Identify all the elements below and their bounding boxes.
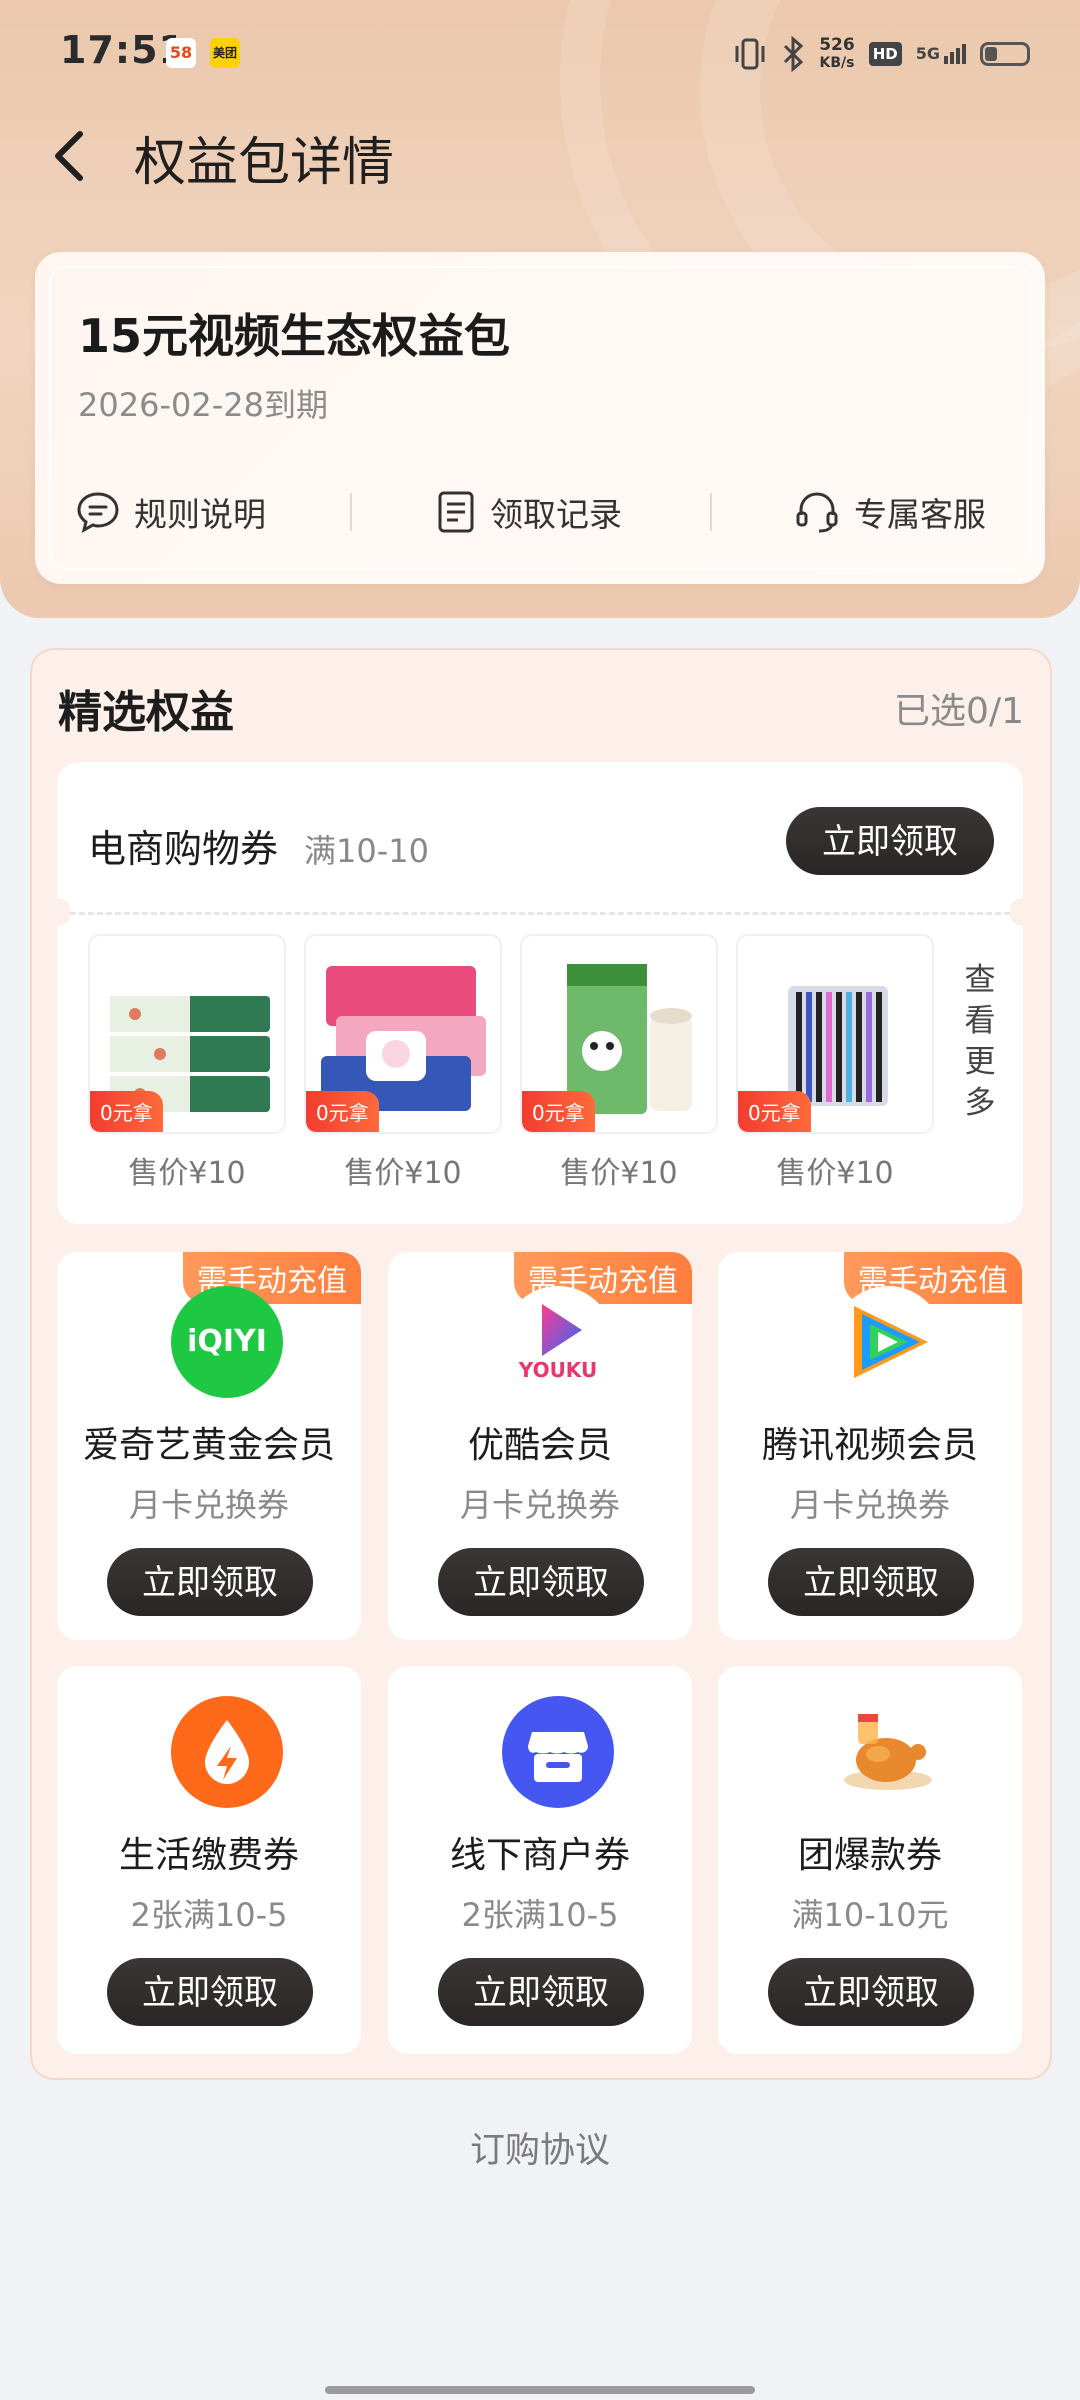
back-button[interactable] — [42, 118, 102, 194]
product-price: 售价¥10 — [560, 1156, 678, 1191]
rules-button[interactable]: 规则说明 — [76, 482, 266, 542]
vibrate-icon — [735, 38, 765, 70]
product-price: 售价¥10 — [344, 1156, 462, 1191]
product-price: 售价¥10 — [128, 1156, 246, 1191]
subscription-agreement-link[interactable]: 订购协议 — [0, 2122, 1080, 2173]
product-tag: 0元拿 — [522, 1091, 595, 1132]
customer-service-label: 专属客服 — [854, 495, 986, 534]
benefit-name: 团爆款券 — [797, 1835, 942, 1876]
claim-records-button[interactable]: 领取记录 — [436, 482, 622, 542]
product-tag: 0元拿 — [738, 1091, 811, 1132]
benefit-card-tencent-video[interactable]: 需手动充值 腾讯视频会员 月卡兑换券 立即领取 — [718, 1252, 1022, 1640]
product-tag: 0元拿 — [90, 1091, 163, 1132]
claim-button[interactable]: 立即领取 — [438, 1958, 644, 2026]
benefit-name: 腾讯视频会员 — [761, 1425, 978, 1466]
shop-icon — [528, 1732, 588, 1782]
customer-service-button[interactable]: 专属客服 — [794, 482, 986, 542]
ticket-notch — [43, 898, 71, 926]
divider — [710, 493, 712, 531]
app-58-icon: 58 — [166, 38, 196, 68]
product-tag: 0元拿 — [306, 1091, 379, 1132]
benefit-name: 优酷会员 — [467, 1425, 612, 1466]
claim-ecommerce-button[interactable]: 立即领取 — [786, 807, 994, 875]
battery-icon — [980, 42, 1030, 66]
signal-icon: 5G — [916, 44, 966, 64]
lightning-drop-icon — [205, 1720, 249, 1784]
ecommerce-title: 电商购物券 — [88, 827, 279, 871]
benefit-card-iqiyi[interactable]: 需手动充值 iQIYI 爱奇艺黄金会员 月卡兑换券 立即领取 — [57, 1252, 361, 1640]
section-title: 精选权益 — [58, 687, 234, 738]
benefit-subtitle: 月卡兑换券 — [459, 1486, 620, 1524]
claim-button[interactable]: 立即领取 — [438, 1548, 644, 1616]
benefit-subtitle: 2张满10-5 — [461, 1896, 619, 1934]
dashed-divider — [70, 912, 1010, 915]
view-more-link[interactable]: 查看更多 — [960, 960, 1000, 1124]
product-price: 售价¥10 — [776, 1156, 894, 1191]
claim-button[interactable]: 立即领取 — [768, 1548, 974, 1616]
benefit-subtitle: 月卡兑换券 — [128, 1486, 289, 1524]
benefit-card-utility[interactable]: 生活缴费券 2张满10-5 立即领取 — [57, 1666, 361, 2054]
ticket-notch — [1009, 898, 1037, 926]
status-bar: 17:51 58 美团 526 KB/s HD 5G — [0, 0, 1080, 108]
benefit-name: 生活缴费券 — [118, 1835, 299, 1876]
bluetooth-icon — [784, 36, 804, 72]
page-title: 权益包详情 — [134, 133, 395, 193]
divider — [350, 493, 352, 531]
network-speed: 526 KB/s — [819, 35, 855, 71]
benefit-subtitle: 2张满10-5 — [130, 1896, 288, 1934]
claim-button[interactable]: 立即领取 — [107, 1548, 313, 1616]
benefit-name: 线下商户券 — [449, 1835, 630, 1876]
roast-chicken-icon — [832, 1696, 944, 1808]
rules-label: 规则说明 — [134, 495, 266, 534]
package-name: 15元视频生态权益包 — [78, 309, 511, 363]
chevron-left-icon — [55, 131, 83, 181]
headset-icon — [796, 492, 838, 533]
product-item[interactable]: 0元拿 — [88, 934, 286, 1134]
product-item[interactable]: 0元拿 — [304, 934, 502, 1134]
benefit-subtitle: 满10-10元 — [791, 1896, 949, 1934]
storefront-icon — [502, 1696, 614, 1808]
benefit-card-offline-merchant[interactable]: 线下商户券 2张满10-5 立即领取 — [388, 1666, 692, 2054]
claim-records-label: 领取记录 — [490, 495, 622, 534]
benefit-subtitle: 月卡兑换券 — [789, 1486, 950, 1524]
tencent-video-logo-icon — [832, 1286, 944, 1398]
document-icon — [438, 491, 474, 533]
app-meituan-icon: 美团 — [210, 38, 240, 68]
claim-button[interactable]: 立即领取 — [768, 1958, 974, 2026]
package-expiry: 2026-02-28到期 — [78, 386, 328, 424]
youku-logo-icon: YOUKU — [502, 1286, 614, 1398]
utility-bill-icon — [171, 1696, 283, 1808]
iqiyi-logo-icon: iQIYI — [171, 1286, 283, 1398]
product-item[interactable]: 0元拿 — [736, 934, 934, 1134]
benefit-card-group-deal[interactable]: 团爆款券 满10-10元 立即领取 — [718, 1666, 1022, 2054]
chat-bubble-icon — [77, 492, 119, 533]
home-indicator[interactable] — [325, 2386, 755, 2394]
food-icon — [844, 1714, 932, 1790]
benefit-name: 爱奇艺黄金会员 — [82, 1425, 335, 1466]
selection-count: 已选0/1 — [894, 691, 1024, 732]
hd-icon: HD — [868, 42, 902, 66]
product-item[interactable]: 0元拿 — [520, 934, 718, 1134]
claim-button[interactable]: 立即领取 — [107, 1958, 313, 2026]
benefit-card-youku[interactable]: 需手动充值 YOUKU 优酷会员 月卡兑换券 立即领取 — [388, 1252, 692, 1640]
tencent-play-icon — [854, 1306, 928, 1378]
ecommerce-condition: 满10-10 — [304, 832, 429, 870]
